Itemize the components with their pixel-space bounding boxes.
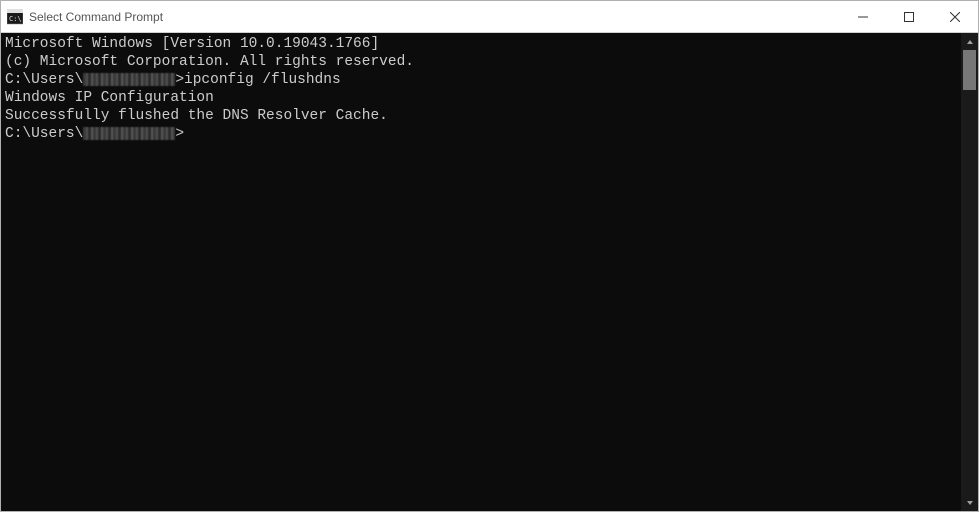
redacted-username bbox=[83, 127, 175, 140]
prompt-line: C:\Users\ > bbox=[5, 125, 957, 143]
prompt-line: C:\Users\ >ipconfig /flushdns bbox=[5, 71, 957, 89]
command-prompt-window: C:\ Select Command Prompt Microsoft Wind… bbox=[0, 0, 979, 512]
terminal-content[interactable]: Microsoft Windows [Version 10.0.19043.17… bbox=[1, 33, 961, 511]
close-button[interactable] bbox=[932, 1, 978, 32]
prompt-path-prefix: C:\Users\ bbox=[5, 72, 83, 88]
output-line: Successfully flushed the DNS Resolver Ca… bbox=[5, 107, 957, 125]
output-line: Microsoft Windows [Version 10.0.19043.17… bbox=[5, 35, 957, 53]
prompt-command: >ipconfig /flushdns bbox=[175, 72, 340, 88]
scrollbar[interactable] bbox=[961, 33, 978, 511]
titlebar[interactable]: C:\ Select Command Prompt bbox=[1, 1, 978, 33]
scroll-thumb[interactable] bbox=[963, 50, 976, 90]
svg-text:C:\: C:\ bbox=[9, 15, 22, 23]
maximize-button[interactable] bbox=[886, 1, 932, 32]
output-line: Windows IP Configuration bbox=[5, 89, 957, 107]
output-line: (c) Microsoft Corporation. All rights re… bbox=[5, 53, 957, 71]
scroll-track[interactable] bbox=[961, 50, 978, 494]
scroll-up-arrow-icon[interactable] bbox=[961, 33, 978, 50]
prompt-path-prefix: C:\Users\ bbox=[5, 126, 83, 142]
terminal-area: Microsoft Windows [Version 10.0.19043.17… bbox=[1, 33, 978, 511]
cmd-icon: C:\ bbox=[7, 9, 23, 25]
prompt-cursor: > bbox=[175, 126, 184, 142]
minimize-button[interactable] bbox=[840, 1, 886, 32]
window-title: Select Command Prompt bbox=[29, 10, 840, 24]
scroll-down-arrow-icon[interactable] bbox=[961, 494, 978, 511]
window-controls bbox=[840, 1, 978, 32]
redacted-username bbox=[83, 73, 175, 86]
